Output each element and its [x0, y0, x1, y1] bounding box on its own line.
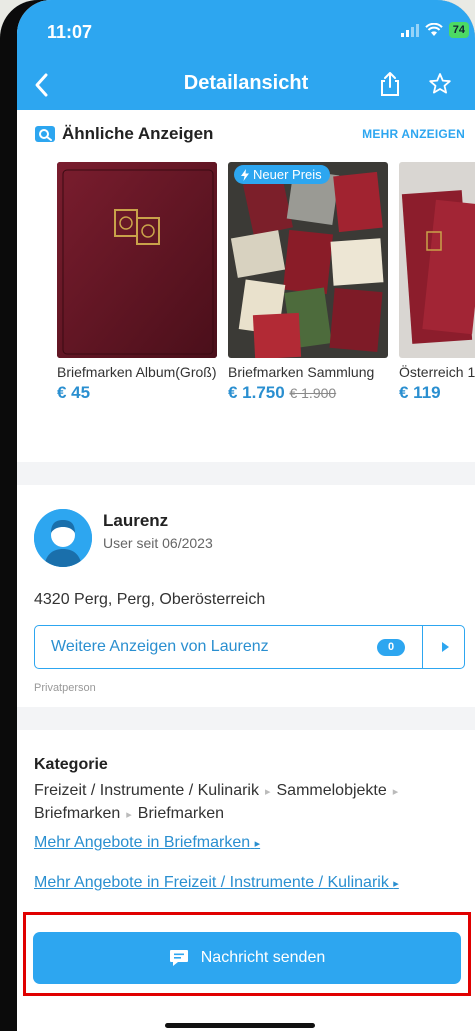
- category-crumb[interactable]: Briefmarken: [138, 805, 224, 822]
- similar-ads-title: Ähnliche Anzeigen: [62, 124, 214, 143]
- wifi-icon: [425, 23, 443, 36]
- ad-image: Neuer Preis: [228, 162, 388, 358]
- category-crumb[interactable]: Sammelobjekte: [277, 782, 387, 799]
- ad-price: € 1.750 € 1.900: [228, 383, 388, 403]
- category-section: Kategorie Freizeit / Instrumente / Kulin…: [17, 730, 475, 910]
- seller-name[interactable]: Laurenz: [103, 511, 168, 531]
- new-price-badge: Neuer Preis: [234, 165, 330, 184]
- message-icon: [169, 950, 188, 966]
- ad-price-value: € 45: [57, 383, 91, 402]
- status-time: 11:07: [47, 22, 93, 42]
- ad-name: Österreich 1957-2001: [399, 364, 475, 380]
- bottom-action-bar: Nachricht senden: [17, 910, 475, 1031]
- ad-image: [57, 162, 217, 358]
- category-crumb[interactable]: Briefmarken: [34, 805, 120, 822]
- ad-name: Briefmarken Sammlung: [228, 364, 375, 380]
- home-indicator: [165, 1023, 315, 1028]
- seller-section: Laurenz User seit 06/2023 4320 Perg, Per…: [17, 485, 475, 707]
- similar-ads-section: Ähnliche Anzeigen MEHR ANZEIGEN Briefmar…: [17, 110, 475, 462]
- more-ads-from-seller-label: Weitere Anzeigen von Laurenz: [51, 638, 269, 655]
- seller-location: 4320 Perg, Perg, Oberösterreich: [34, 591, 266, 608]
- ad-price: € 119: [399, 383, 475, 403]
- signal-icon: [400, 23, 419, 37]
- user-avatar-icon: [34, 509, 92, 567]
- ad-name: Briefmarken Album(Groß): [57, 364, 217, 380]
- category-crumb[interactable]: Freizeit / Instrumente / Kulinarik: [34, 782, 259, 799]
- new-price-label: Neuer Preis: [253, 167, 322, 182]
- button-divider: [422, 626, 423, 668]
- lightning-icon: [241, 168, 249, 181]
- caret-right-icon: ▸: [393, 878, 399, 890]
- category-heading: Kategorie: [34, 756, 108, 773]
- more-offers-freizeit-link[interactable]: Mehr Angebote in Freizeit / Instrumente …: [34, 874, 399, 892]
- ad-price-value: € 119: [399, 383, 441, 402]
- app-bar: 11:07 74 Detailansicht: [17, 0, 475, 110]
- more-ads-link[interactable]: MEHR ANZEIGEN: [362, 127, 465, 141]
- ad-old-price: € 1.900: [289, 385, 337, 401]
- category-breadcrumb: Freizeit / Instrumente / Kulinarik ▸ Samme…: [34, 780, 454, 826]
- more-ads-from-seller-button[interactable]: Weitere Anzeigen von Laurenz 0: [34, 625, 465, 669]
- chevron-right-icon: ▸: [126, 809, 132, 821]
- similar-ads-header: Ähnliche Anzeigen: [34, 124, 213, 144]
- share-icon[interactable]: [377, 70, 403, 98]
- section-divider: [17, 462, 475, 485]
- ad-card[interactable]: Neuer Preis Briefmarken Sammlung € 1.750…: [228, 162, 388, 403]
- similar-ads-carousel[interactable]: Briefmarken Album(Groß) € 45 Neuer Preis…: [57, 162, 475, 432]
- ad-card[interactable]: Österreich 1957-2001 € 119: [399, 162, 475, 403]
- chevron-right-icon: ▸: [392, 786, 399, 798]
- send-message-label: Nachricht senden: [200, 949, 326, 966]
- seller-since: User seit 06/2023: [103, 535, 213, 551]
- image-search-icon: [35, 126, 55, 142]
- avatar[interactable]: [34, 509, 92, 567]
- page-title: Detailansicht: [183, 72, 309, 94]
- section-divider: [17, 707, 475, 730]
- more-offers-briefmarken-link[interactable]: Mehr Angebote in Briefmarken ▸: [34, 834, 260, 852]
- phone-frame: 11:07 74 Detailansicht Ähnliche Anzeigen…: [0, 0, 475, 1031]
- caret-right-icon: [442, 642, 449, 652]
- ad-price: € 45: [57, 383, 217, 403]
- screen: 11:07 74 Detailansicht Ähnliche Anzeigen…: [17, 0, 475, 1031]
- ads-count-badge: 0: [377, 639, 405, 656]
- status-icons: 74: [400, 22, 469, 38]
- battery-indicator: 74: [448, 22, 469, 38]
- send-message-button[interactable]: Nachricht senden: [33, 932, 461, 984]
- star-outline-icon[interactable]: [427, 70, 453, 98]
- ad-price-value: € 1.750: [228, 383, 285, 402]
- more-offers-freizeit-label: Mehr Angebote in Freizeit / Instrumente …: [34, 874, 389, 891]
- caret-right-icon: ▸: [254, 838, 261, 850]
- ad-image: [399, 162, 475, 358]
- seller-type: Privatperson: [34, 682, 96, 694]
- ad-card[interactable]: Briefmarken Album(Groß) € 45: [57, 162, 217, 403]
- more-offers-briefmarken-label: Mehr Angebote in Briefmarken: [34, 834, 251, 851]
- chevron-right-icon: ▸: [264, 786, 271, 798]
